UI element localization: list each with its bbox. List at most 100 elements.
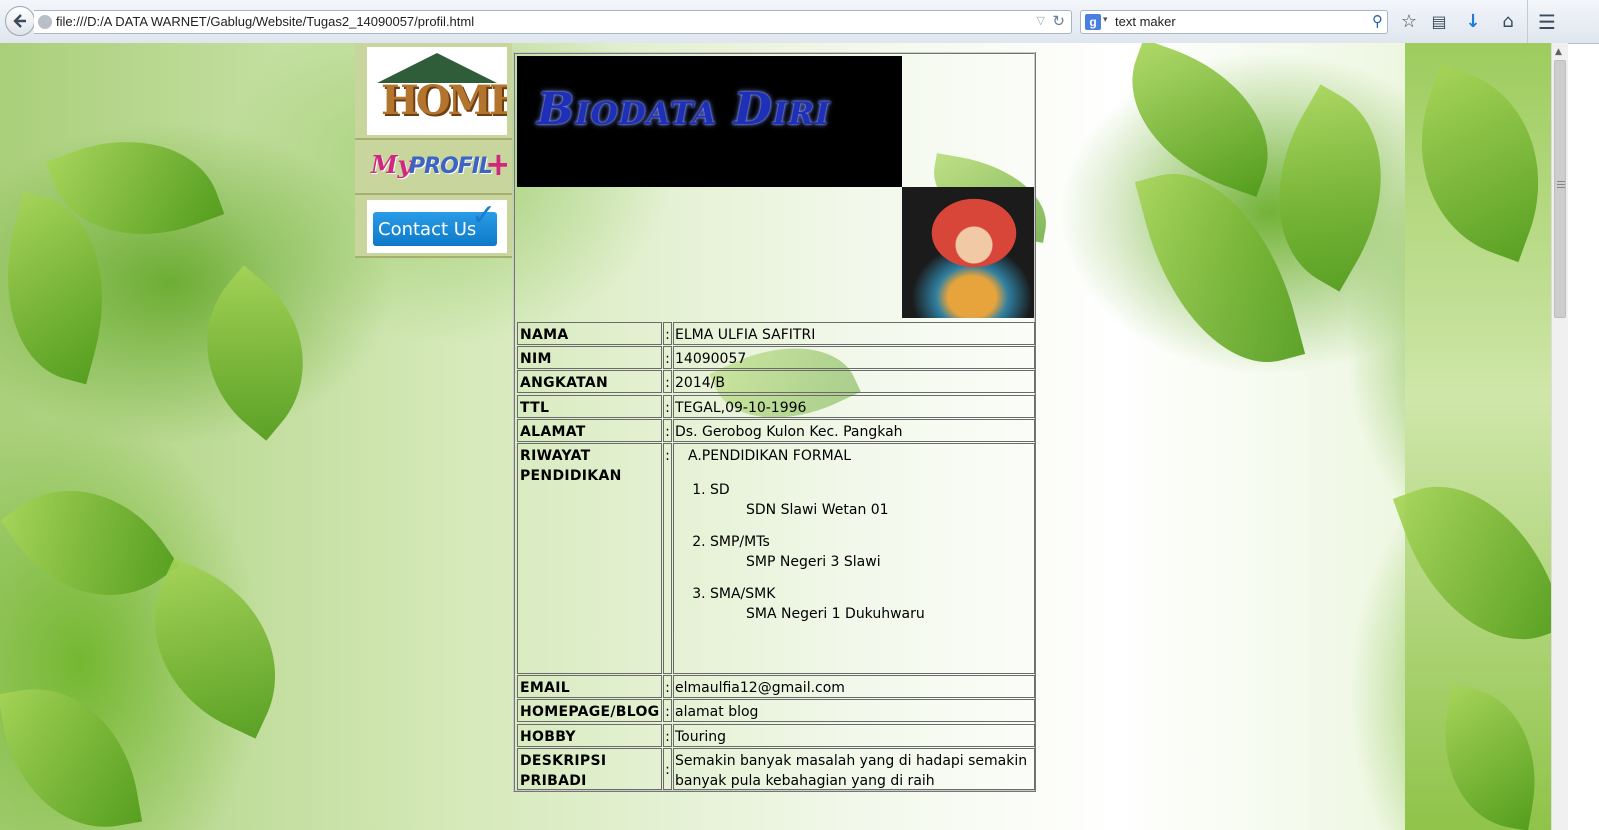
education-list: SD SDN Slawi Wetan 01 SMP/MTs SMP Negeri…: [675, 480, 1033, 624]
label-homepage: HOMEPAGE/BLOG: [517, 699, 662, 722]
label-line: RIWAYAT: [520, 448, 591, 464]
value-alamat: Ds. Gerobog Kulon Kec. Pangkah: [673, 419, 1035, 442]
separator: :: [663, 699, 672, 722]
search-go-icon[interactable]: ⚲: [1372, 12, 1383, 30]
browser-toolbar: file:///D:/A DATA WARNET/Gablug/Website/…: [0, 0, 1599, 44]
back-arrow-icon: [13, 14, 26, 28]
label-angkatan: ANGKATAN: [517, 370, 662, 393]
search-bar[interactable]: g ▾ text maker ⚲: [1080, 10, 1388, 34]
engine-dropdown-icon[interactable]: ▾: [1103, 15, 1108, 25]
education-school: SMA Negeri 1 Dukuhwaru: [746, 606, 925, 622]
back-button[interactable]: [5, 6, 35, 36]
value-angkatan: 2014/B: [673, 370, 1035, 393]
table-row: DESKRIPSI PRIBADI : Semakin banyak masal…: [515, 748, 1035, 790]
biodata-table: Biodata Diri NAMA : ELMA ULFIA SAFITRI N…: [513, 52, 1036, 792]
nav-item-contact: Contact Us ✓: [355, 195, 512, 258]
label-hobby: HOBBY: [517, 724, 662, 747]
profil-link-image[interactable]: My PROFIL +: [367, 146, 507, 190]
vertical-scrollbar[interactable]: ▲: [1551, 43, 1568, 830]
table-row: HOBBY : Touring: [515, 724, 1035, 747]
value-deskripsi-pribadi: Semakin banyak masalah yang di hadapi se…: [673, 748, 1035, 790]
profil-link-label: PROFIL: [409, 154, 493, 179]
education-school: SMP Negeri 3 Slawi: [746, 554, 881, 570]
separator: :: [663, 419, 672, 442]
home-icon[interactable]: ⌂: [1496, 10, 1520, 34]
contact-link-image[interactable]: Contact Us ✓: [367, 200, 507, 253]
table-row: EMAIL : elmaulfia12@gmail.com: [515, 675, 1035, 698]
banner-title: Biodata Diri: [537, 84, 831, 135]
home-link-image[interactable]: HOME: [367, 47, 507, 135]
value-email: elmaulfia12@gmail.com: [673, 675, 1035, 698]
leaf-decoration: [166, 265, 344, 441]
label-nama: NAMA: [517, 322, 662, 345]
separator: :: [663, 443, 672, 674]
table-row: RIWAYAT PENDIDIKAN : A.PENDIDIKAN FORMAL…: [515, 443, 1035, 674]
separator: :: [663, 346, 672, 369]
nav-item-profil: My PROFIL +: [355, 140, 512, 195]
plus-icon: +: [485, 146, 507, 183]
home-link-label: HOME: [381, 77, 507, 124]
value-ttl: TEGAL,09-10-1996: [673, 395, 1035, 418]
checkmark-icon: ✓: [471, 200, 497, 233]
search-input[interactable]: text maker: [1115, 14, 1176, 29]
page-globe-icon: [38, 15, 52, 29]
education-item: SD SDN Slawi Wetan 01: [710, 480, 1033, 520]
scrollbar-thumb[interactable]: [1554, 60, 1566, 318]
education-level: SD: [710, 482, 730, 498]
separator: :: [663, 322, 672, 345]
banner-image: Biodata Diri: [517, 56, 902, 187]
label-email: EMAIL: [517, 675, 662, 698]
reading-list-icon[interactable]: ▤: [1427, 10, 1451, 34]
profil-link-prefix: My: [371, 150, 412, 179]
google-icon[interactable]: g: [1085, 14, 1101, 30]
separator: :: [663, 675, 672, 698]
toolbar-separator: [1527, 0, 1528, 43]
nav-item-home: HOME: [355, 43, 512, 140]
separator: :: [663, 748, 672, 790]
label-ttl: TTL: [517, 395, 662, 418]
leaf-decoration: [1106, 43, 1294, 198]
table-row: NIM : 14090057: [515, 346, 1035, 369]
profile-photo: [902, 187, 1034, 318]
url-dropdown-icon[interactable]: ▽: [1037, 14, 1045, 27]
label-line: PRIBADI: [520, 773, 587, 789]
education-school: SDN Slawi Wetan 01: [746, 502, 889, 518]
label-riwayat-pendidikan: RIWAYAT PENDIDIKAN: [517, 443, 662, 674]
value-hobby: Touring: [673, 724, 1035, 747]
bookmark-star-icon[interactable]: ☆: [1397, 10, 1421, 34]
side-navigation: HOME My PROFIL + Contact Us ✓: [355, 43, 512, 258]
table-row: ANGKATAN : 2014/B: [515, 370, 1035, 393]
separator: :: [663, 395, 672, 418]
contact-button-graphic: Contact Us ✓: [373, 200, 497, 246]
address-bar[interactable]: file:///D:/A DATA WARNET/Gablug/Website/…: [34, 10, 1072, 34]
label-alamat: ALAMAT: [517, 419, 662, 442]
label-line: PENDIDIKAN: [520, 468, 622, 484]
separator: :: [663, 370, 672, 393]
table-row: ALAMAT : Ds. Gerobog Kulon Kec. Pangkah: [515, 419, 1035, 442]
value-homepage: alamat blog: [673, 699, 1035, 722]
education-level: SMA/SMK: [710, 586, 776, 602]
download-icon[interactable]: ↓: [1461, 10, 1485, 34]
education-item: SMP/MTs SMP Negeri 3 Slawi: [710, 532, 1033, 572]
table-row: TTL : TEGAL,09-10-1996: [515, 395, 1035, 418]
scroll-up-arrow-icon[interactable]: ▲: [1555, 47, 1562, 57]
menu-icon[interactable]: ☰: [1535, 10, 1559, 34]
scroll-grip-icon: [1557, 181, 1565, 182]
separator: :: [663, 724, 672, 747]
education-level: SMP/MTs: [710, 534, 770, 550]
leaf-decoration: [0, 673, 143, 830]
table-row: NAMA : ELMA ULFIA SAFITRI: [515, 322, 1035, 345]
label-line: DESKRIPSI: [520, 753, 607, 769]
education-heading: A.PENDIDIKAN FORMAL: [688, 448, 852, 464]
education-item: SMA/SMK SMA Negeri 1 Dukuhwaru: [710, 584, 1033, 624]
page-viewport: HOME My PROFIL + Contact Us ✓ Biodata Di…: [0, 43, 1551, 830]
label-deskripsi-pribadi: DESKRIPSI PRIBADI: [517, 748, 662, 790]
url-text[interactable]: file:///D:/A DATA WARNET/Gablug/Website/…: [56, 14, 474, 29]
table-row: HOMEPAGE/BLOG : alamat blog: [515, 699, 1035, 722]
reload-icon[interactable]: ↻: [1052, 12, 1065, 30]
label-nim: NIM: [517, 346, 662, 369]
value-nama: ELMA ULFIA SAFITRI: [673, 322, 1035, 345]
leaf-decoration: [0, 451, 180, 635]
value-riwayat-pendidikan: A.PENDIDIKAN FORMAL SD SDN Slawi Wetan 0…: [673, 443, 1035, 674]
value-nim: 14090057: [673, 346, 1035, 369]
